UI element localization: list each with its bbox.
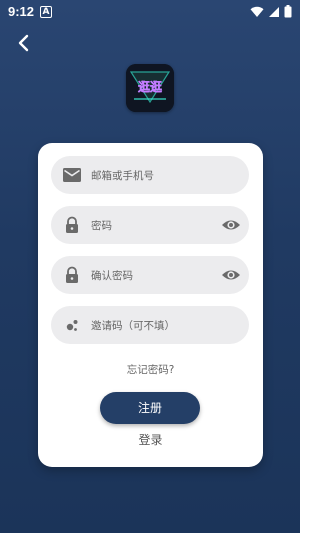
email-placeholder: 邮箱或手机号 [91, 170, 154, 182]
invite-code-placeholder: 邀请码（可不填） [91, 320, 175, 332]
lock-icon [66, 216, 78, 233]
app-logo: 逛逛 逛逛 [126, 64, 174, 112]
login-link[interactable]: 登录 [38, 431, 263, 448]
email-field[interactable]: 邮箱或手机号 [51, 156, 249, 194]
status-time: 9:12 [8, 4, 35, 19]
status-icons [250, 5, 292, 18]
screen: 9:12 A 逛逛 逛逛 邮箱或手机号 密码 确认密码 邀请码（可不填） 忘记密… [0, 0, 300, 533]
wifi-icon [250, 6, 264, 17]
svg-text:逛逛: 逛逛 [138, 79, 162, 94]
confirm-password-placeholder: 确认密码 [91, 270, 133, 282]
signal-icon [269, 6, 279, 17]
confirm-password-field[interactable]: 确认密码 [51, 256, 249, 294]
eye-icon[interactable] [221, 216, 241, 234]
password-field[interactable]: 密码 [51, 206, 249, 244]
eye-icon[interactable] [221, 266, 241, 284]
register-button[interactable]: 注册 [100, 392, 200, 424]
notification-indicator: A [40, 6, 52, 18]
back-arrow-icon[interactable] [13, 32, 35, 54]
mail-icon [63, 168, 81, 182]
invite-code-field[interactable]: 邀请码（可不填） [51, 306, 249, 344]
dots-icon [66, 320, 78, 331]
register-card: 邮箱或手机号 密码 确认密码 邀请码（可不填） 忘记密码? 注册 登录 [38, 143, 263, 467]
logo-graphic: 逛逛 逛逛 [126, 64, 174, 112]
lock-icon [66, 266, 78, 283]
status-bar: 9:12 A [0, 0, 300, 24]
forgot-password-link[interactable]: 忘记密码? [38, 362, 263, 377]
password-placeholder: 密码 [91, 220, 112, 232]
battery-icon [284, 5, 292, 18]
